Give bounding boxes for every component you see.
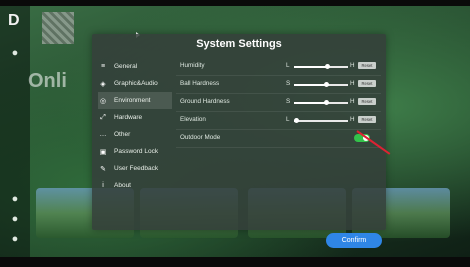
menu-label: User Feedback: [114, 165, 159, 172]
slider-min-label: S: [286, 80, 291, 87]
environment-settings: Humidity L H Reset Ball Hardness S H Res…: [176, 58, 381, 148]
setting-label: Humidity: [180, 62, 205, 69]
expand-icon: ⤢: [100, 113, 106, 121]
confirm-button[interactable]: Confirm: [326, 233, 382, 248]
info-icon: i: [102, 182, 104, 189]
slider-handle[interactable]: [294, 118, 299, 123]
slider-max-label: H: [350, 62, 355, 69]
menu-item-graphic-audio[interactable]: ◈ Graphic&Audio: [98, 75, 172, 92]
setting-outdoor-mode: Outdoor Mode: [176, 130, 381, 148]
feedback-icon: ✎: [100, 165, 106, 173]
side-icon-1[interactable]: ●: [8, 46, 22, 60]
globe-icon: ◎: [99, 97, 107, 105]
setting-elevation: Elevation L H Reset: [176, 112, 381, 130]
menu-item-general[interactable]: ≡ General: [98, 58, 172, 75]
setting-humidity: Humidity L H Reset: [176, 58, 381, 76]
setting-ball-hardness: Ball Hardness S H Reset: [176, 76, 381, 94]
slider-handle[interactable]: [324, 82, 329, 87]
menu-item-other[interactable]: … Other: [98, 126, 172, 143]
side-icon-4[interactable]: ●: [8, 232, 22, 246]
sliders-icon: ≡: [100, 63, 106, 70]
slider-max-label: H: [350, 80, 355, 87]
slider-fill: [294, 66, 327, 68]
bottom-strip: [0, 257, 470, 267]
setting-ground-hardness: Ground Hardness S H Reset: [176, 94, 381, 112]
slider-min-label: L: [286, 62, 290, 69]
menu-label: General: [114, 63, 138, 70]
lock-icon: ▣: [99, 148, 107, 156]
slider-max-label: H: [350, 116, 355, 123]
menu-item-password-lock[interactable]: ▣ Password Lock: [98, 143, 172, 160]
setting-label: Ball Hardness: [180, 80, 220, 87]
setting-label: Ground Hardness: [180, 98, 230, 105]
menu-item-about[interactable]: i About: [98, 177, 172, 194]
ball-hardness-slider[interactable]: [294, 82, 348, 87]
slider-fill: [294, 102, 326, 104]
palette-icon: ◈: [100, 80, 106, 88]
reset-button[interactable]: Reset: [358, 62, 376, 69]
slider-handle[interactable]: [324, 100, 329, 105]
menu-label: Other: [114, 131, 131, 138]
slider-max-label: H: [350, 98, 355, 105]
slider-fill: [294, 84, 326, 86]
menu-label: Password Lock: [114, 148, 159, 155]
slider-min-label: S: [286, 98, 291, 105]
menu-label: About: [114, 182, 131, 189]
settings-menu: ≡ General ◈ Graphic&Audio ◎ Environment …: [98, 58, 172, 194]
slider-handle[interactable]: [325, 64, 330, 69]
reset-button[interactable]: Reset: [358, 80, 376, 87]
top-strip: [0, 0, 470, 6]
humidity-slider[interactable]: [294, 64, 348, 69]
ellipsis-icon: …: [99, 131, 107, 138]
menu-item-user-feedback[interactable]: ✎ User Feedback: [98, 160, 172, 177]
side-icon-3[interactable]: ●: [8, 212, 22, 226]
reset-button[interactable]: Reset: [358, 116, 376, 123]
menu-label: Hardware: [114, 114, 143, 121]
qr-code-icon: [42, 12, 74, 44]
panel-title: System Settings: [196, 38, 282, 50]
setting-label: Elevation: [180, 116, 206, 123]
menu-label: Environment: [114, 97, 151, 104]
menu-item-environment[interactable]: ◎ Environment: [98, 92, 172, 109]
brand-background-text: Onli: [28, 70, 67, 92]
slider-min-label: L: [286, 116, 290, 123]
menu-item-hardware[interactable]: ⤢ Hardware: [98, 109, 172, 126]
app-logo-icon: D: [8, 12, 20, 29]
ground-hardness-slider[interactable]: [294, 100, 348, 105]
menu-label: Graphic&Audio: [114, 80, 158, 87]
side-icon-2[interactable]: ●: [8, 192, 22, 206]
elevation-slider[interactable]: [294, 118, 348, 123]
setting-label: Outdoor Mode: [180, 134, 221, 141]
reset-button[interactable]: Reset: [358, 98, 376, 105]
